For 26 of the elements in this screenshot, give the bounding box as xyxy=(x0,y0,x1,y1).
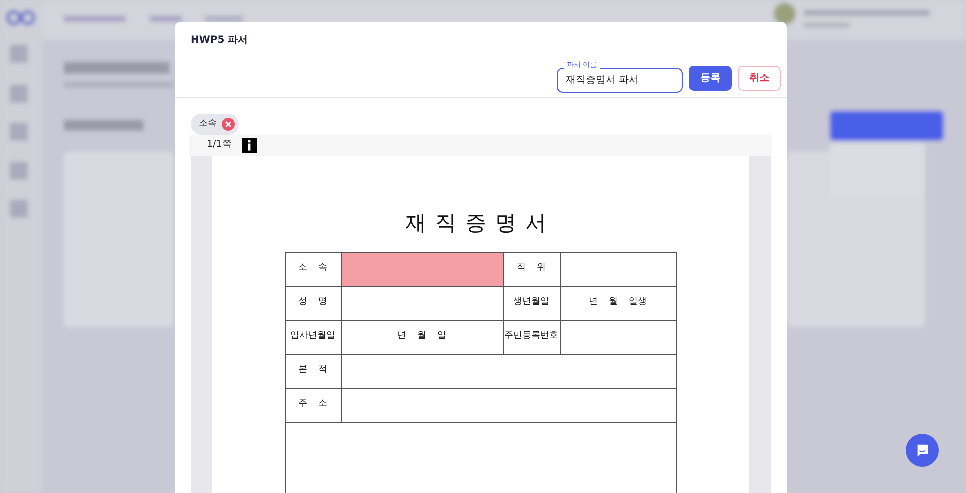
remove-icon[interactable] xyxy=(222,118,235,131)
table-cell: 소 속 xyxy=(285,252,341,286)
info-icon[interactable] xyxy=(242,138,258,153)
blurred-sidebar-icon xyxy=(10,85,28,103)
blurred-sidebar-icon xyxy=(10,45,28,63)
chat-icon xyxy=(915,443,930,458)
blurred-sidebar-icon xyxy=(10,123,28,141)
table-cell: 년 월 일생 xyxy=(560,286,676,320)
page-indicator: 1/1쪽 xyxy=(207,138,232,152)
blurred-sidebar-icon xyxy=(10,162,28,180)
table-cell: 성 명 xyxy=(285,286,341,320)
parser-name-field[interactable]: 재직증명서 파서 xyxy=(557,68,683,92)
blurred-logo-icon xyxy=(6,10,36,26)
register-button[interactable]: 등록 xyxy=(689,66,732,91)
table-cell: 입사년월일 xyxy=(285,320,341,354)
table-cell: 본 적 xyxy=(285,354,341,388)
document-title: 재직증명서 xyxy=(406,210,556,237)
tag-label: 소속 xyxy=(199,118,217,131)
table-cell: 생년월일 xyxy=(503,286,560,320)
cancel-button[interactable]: 취소 xyxy=(738,66,781,91)
table-cell: 년 월 일 xyxy=(341,320,503,354)
blurred-sidebar-icon xyxy=(10,200,28,218)
table-cell: 주민등록번호 xyxy=(503,320,560,354)
table-cell: 주 소 xyxy=(285,388,341,422)
dialog-title: HWP5 파서 xyxy=(190,34,250,48)
table-cell: 직 위 xyxy=(503,252,560,286)
